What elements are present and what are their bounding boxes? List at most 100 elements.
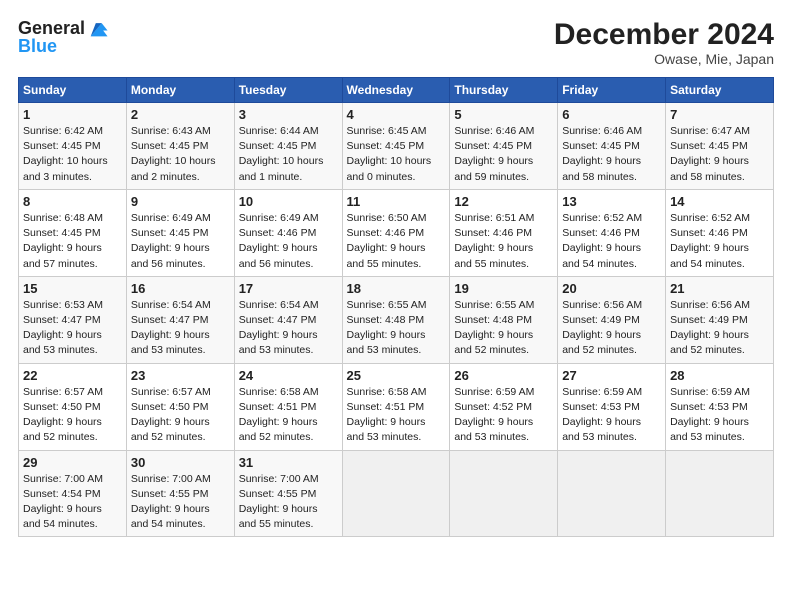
day-info: Sunrise: 6:49 AMSunset: 4:45 PMDaylight:… [131, 211, 230, 272]
calendar-cell: 15 Sunrise: 6:53 AMSunset: 4:47 PMDayligh… [19, 276, 127, 363]
day-info: Sunrise: 6:58 AMSunset: 4:51 PMDaylight:… [347, 385, 446, 446]
day-number: 27 [562, 368, 661, 383]
day-number: 18 [347, 281, 446, 296]
day-number: 28 [670, 368, 769, 383]
calendar-cell [342, 450, 450, 537]
calendar-cell: 26Sunrise: 6:59 AMSunset: 4:52 PMDayligh… [450, 363, 558, 450]
day-number: 29 [23, 455, 122, 470]
calendar-cell: 14 Sunrise: 6:52 AMSunset: 4:46 PMDayligh… [666, 189, 774, 276]
day-number: 15 [23, 281, 122, 296]
day-info: Sunrise: 6:54 AMSunset: 4:47 PMDaylight:… [131, 298, 230, 359]
day-info: Sunrise: 6:57 AMSunset: 4:50 PMDaylight:… [23, 385, 122, 446]
day-info: Sunrise: 7:00 AMSunset: 4:55 PMDaylight:… [131, 472, 230, 533]
calendar-cell: 8 Sunrise: 6:48 AMSunset: 4:45 PMDaylight… [19, 189, 127, 276]
day-number: 6 [562, 107, 661, 122]
calendar-cell: 18 Sunrise: 6:55 AMSunset: 4:48 PMDayligh… [342, 276, 450, 363]
calendar-table: SundayMondayTuesdayWednesdayThursdayFrid… [18, 77, 774, 537]
calendar-cell: 29Sunrise: 7:00 AMSunset: 4:54 PMDayligh… [19, 450, 127, 537]
calendar-cell: 6 Sunrise: 6:46 AMSunset: 4:45 PMDaylight… [558, 103, 666, 190]
day-number: 19 [454, 281, 553, 296]
day-number: 8 [23, 194, 122, 209]
calendar-cell: 20 Sunrise: 6:56 AMSunset: 4:49 PMDayligh… [558, 276, 666, 363]
calendar-cell: 24Sunrise: 6:58 AMSunset: 4:51 PMDayligh… [234, 363, 342, 450]
calendar-cell [666, 450, 774, 537]
day-number: 2 [131, 107, 230, 122]
logo-icon [87, 18, 109, 40]
day-number: 14 [670, 194, 769, 209]
weekday-header-saturday: Saturday [666, 78, 774, 103]
calendar-cell: 13 Sunrise: 6:52 AMSunset: 4:46 PMDayligh… [558, 189, 666, 276]
day-info: Sunrise: 6:59 AMSunset: 4:53 PMDaylight:… [562, 385, 661, 446]
day-number: 30 [131, 455, 230, 470]
day-number: 3 [239, 107, 338, 122]
week-row-5: 29Sunrise: 7:00 AMSunset: 4:54 PMDayligh… [19, 450, 774, 537]
weekday-header-thursday: Thursday [450, 78, 558, 103]
logo: General Blue [18, 18, 109, 57]
day-info: Sunrise: 6:56 AMSunset: 4:49 PMDaylight:… [670, 298, 769, 359]
day-number: 11 [347, 194, 446, 209]
day-number: 10 [239, 194, 338, 209]
day-info: Sunrise: 6:54 AMSunset: 4:47 PMDaylight:… [239, 298, 338, 359]
day-info: Sunrise: 6:55 AMSunset: 4:48 PMDaylight:… [454, 298, 553, 359]
calendar-cell: 1 Sunrise: 6:42 AMSunset: 4:45 PMDaylight… [19, 103, 127, 190]
calendar-cell: 10 Sunrise: 6:49 AMSunset: 4:46 PMDayligh… [234, 189, 342, 276]
weekday-header-sunday: Sunday [19, 78, 127, 103]
calendar-cell: 12 Sunrise: 6:51 AMSunset: 4:46 PMDayligh… [450, 189, 558, 276]
weekday-header-monday: Monday [126, 78, 234, 103]
calendar-cell: 27 Sunrise: 6:59 AMSunset: 4:53 PMDayligh… [558, 363, 666, 450]
calendar-cell [558, 450, 666, 537]
day-number: 31 [239, 455, 338, 470]
week-row-1: 1 Sunrise: 6:42 AMSunset: 4:45 PMDaylight… [19, 103, 774, 190]
page: General Blue December 2024 Owase, Mie, J… [0, 0, 792, 612]
weekday-header-friday: Friday [558, 78, 666, 103]
day-number: 17 [239, 281, 338, 296]
calendar-cell: 23 Sunrise: 6:57 AMSunset: 4:50 PMDayligh… [126, 363, 234, 450]
week-row-2: 8 Sunrise: 6:48 AMSunset: 4:45 PMDaylight… [19, 189, 774, 276]
calendar-cell [450, 450, 558, 537]
calendar-cell: 11Sunrise: 6:50 AMSunset: 4:46 PMDayligh… [342, 189, 450, 276]
day-number: 20 [562, 281, 661, 296]
day-info: Sunrise: 6:49 AMSunset: 4:46 PMDaylight:… [239, 211, 338, 272]
day-number: 23 [131, 368, 230, 383]
day-info: Sunrise: 6:48 AMSunset: 4:45 PMDaylight:… [23, 211, 122, 272]
day-info: Sunrise: 6:45 AMSunset: 4:45 PMDaylight:… [347, 124, 446, 185]
day-info: Sunrise: 6:57 AMSunset: 4:50 PMDaylight:… [131, 385, 230, 446]
day-info: Sunrise: 6:52 AMSunset: 4:46 PMDaylight:… [562, 211, 661, 272]
day-number: 5 [454, 107, 553, 122]
calendar-cell: 16 Sunrise: 6:54 AMSunset: 4:47 PMDayligh… [126, 276, 234, 363]
day-info: Sunrise: 6:53 AMSunset: 4:47 PMDaylight:… [23, 298, 122, 359]
header: General Blue December 2024 Owase, Mie, J… [18, 18, 774, 67]
day-info: Sunrise: 6:59 AMSunset: 4:53 PMDaylight:… [670, 385, 769, 446]
day-info: Sunrise: 7:00 AMSunset: 4:55 PMDaylight:… [239, 472, 338, 533]
weekday-header-row: SundayMondayTuesdayWednesdayThursdayFrid… [19, 78, 774, 103]
calendar-cell: 17 Sunrise: 6:54 AMSunset: 4:47 PMDayligh… [234, 276, 342, 363]
day-info: Sunrise: 6:52 AMSunset: 4:46 PMDaylight:… [670, 211, 769, 272]
day-info: Sunrise: 6:55 AMSunset: 4:48 PMDaylight:… [347, 298, 446, 359]
calendar-cell: 25 Sunrise: 6:58 AMSunset: 4:51 PMDayligh… [342, 363, 450, 450]
week-row-3: 15 Sunrise: 6:53 AMSunset: 4:47 PMDayligh… [19, 276, 774, 363]
day-info: Sunrise: 6:47 AMSunset: 4:45 PMDaylight:… [670, 124, 769, 185]
calendar-cell: 9Sunrise: 6:49 AMSunset: 4:45 PMDaylight… [126, 189, 234, 276]
day-number: 16 [131, 281, 230, 296]
calendar-cell: 4 Sunrise: 6:45 AMSunset: 4:45 PMDaylight… [342, 103, 450, 190]
day-number: 4 [347, 107, 446, 122]
day-number: 1 [23, 107, 122, 122]
week-row-4: 22Sunrise: 6:57 AMSunset: 4:50 PMDayligh… [19, 363, 774, 450]
day-number: 12 [454, 194, 553, 209]
calendar-cell: 22Sunrise: 6:57 AMSunset: 4:50 PMDayligh… [19, 363, 127, 450]
day-number: 13 [562, 194, 661, 209]
day-number: 7 [670, 107, 769, 122]
calendar-cell: 7 Sunrise: 6:47 AMSunset: 4:45 PMDaylight… [666, 103, 774, 190]
calendar-cell: 31 Sunrise: 7:00 AMSunset: 4:55 PMDayligh… [234, 450, 342, 537]
day-number: 26 [454, 368, 553, 383]
day-info: Sunrise: 6:51 AMSunset: 4:46 PMDaylight:… [454, 211, 553, 272]
calendar-subtitle: Owase, Mie, Japan [554, 51, 774, 67]
day-info: Sunrise: 6:44 AMSunset: 4:45 PMDaylight:… [239, 124, 338, 185]
title-block: December 2024 Owase, Mie, Japan [554, 18, 774, 67]
day-info: Sunrise: 6:46 AMSunset: 4:45 PMDaylight:… [562, 124, 661, 185]
day-info: Sunrise: 6:56 AMSunset: 4:49 PMDaylight:… [562, 298, 661, 359]
calendar-cell: 30 Sunrise: 7:00 AMSunset: 4:55 PMDayligh… [126, 450, 234, 537]
calendar-cell: 5Sunrise: 6:46 AMSunset: 4:45 PMDaylight… [450, 103, 558, 190]
day-info: Sunrise: 6:42 AMSunset: 4:45 PMDaylight:… [23, 124, 122, 185]
day-number: 25 [347, 368, 446, 383]
